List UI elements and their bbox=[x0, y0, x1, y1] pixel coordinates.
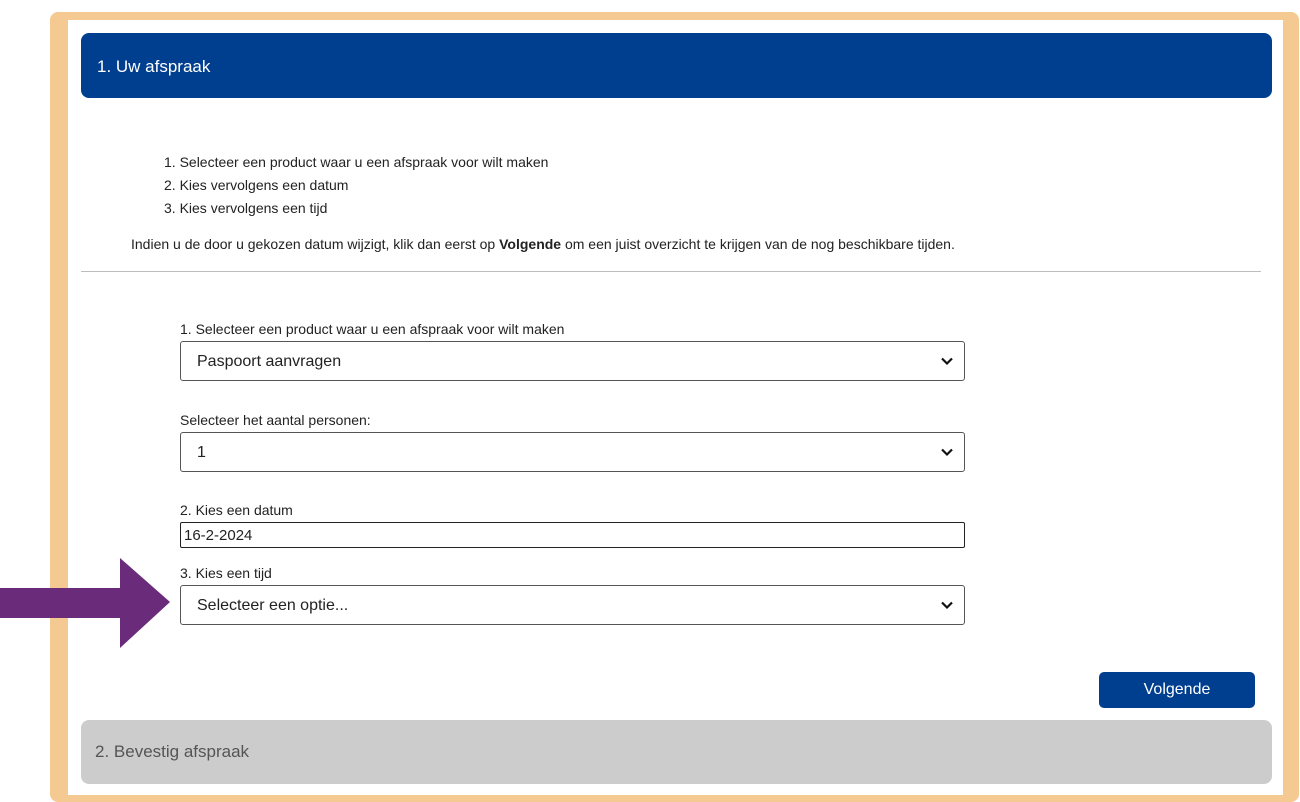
section-title: 1. Uw afspraak bbox=[97, 57, 211, 76]
instruction-list: 1. Selecteer een product waar u een afsp… bbox=[164, 151, 548, 220]
product-select-value: Paspoort aanvragen bbox=[197, 353, 342, 370]
date-input-value: 16-2-2024 bbox=[184, 527, 253, 544]
note-bold-volgende: Volgende bbox=[499, 236, 562, 252]
arrow-right-icon bbox=[0, 558, 170, 648]
time-label: 3. Kies een tijd bbox=[180, 565, 272, 581]
instruction-step: 1. Selecteer een product waar u een afsp… bbox=[164, 154, 549, 170]
section-title: 2. Bevestig afspraak bbox=[95, 742, 250, 761]
instruction-step: 2. Kies vervolgens een datum bbox=[164, 177, 349, 193]
next-button[interactable]: Volgende bbox=[1099, 672, 1255, 708]
product-label: 1. Selecteer een product waar u een afsp… bbox=[180, 321, 565, 337]
date-change-note: Indien u de door u gekozen datum wijzigt… bbox=[131, 236, 955, 252]
product-select[interactable]: Paspoort aanvragen bbox=[180, 341, 965, 381]
time-select[interactable]: Selecteer een optie... bbox=[180, 585, 965, 625]
time-select-value: Selecteer een optie... bbox=[197, 597, 349, 614]
section-header-bevestig-afspraak[interactable]: 2. Bevestig afspraak bbox=[81, 720, 1272, 784]
chevron-down-icon bbox=[941, 357, 953, 366]
date-input[interactable]: 16-2-2024 bbox=[180, 522, 965, 548]
persons-label: Selecteer het aantal personen: bbox=[180, 412, 371, 428]
chevron-down-icon bbox=[941, 448, 953, 457]
date-label: 2. Kies een datum bbox=[180, 502, 293, 518]
persons-select-value: 1 bbox=[197, 444, 206, 461]
instruction-step: 3. Kies vervolgens een tijd bbox=[164, 200, 328, 216]
divider bbox=[81, 271, 1261, 272]
chevron-down-icon bbox=[941, 601, 953, 610]
persons-select[interactable]: 1 bbox=[180, 432, 965, 472]
section-header-uw-afspraak[interactable]: 1. Uw afspraak bbox=[81, 33, 1272, 98]
